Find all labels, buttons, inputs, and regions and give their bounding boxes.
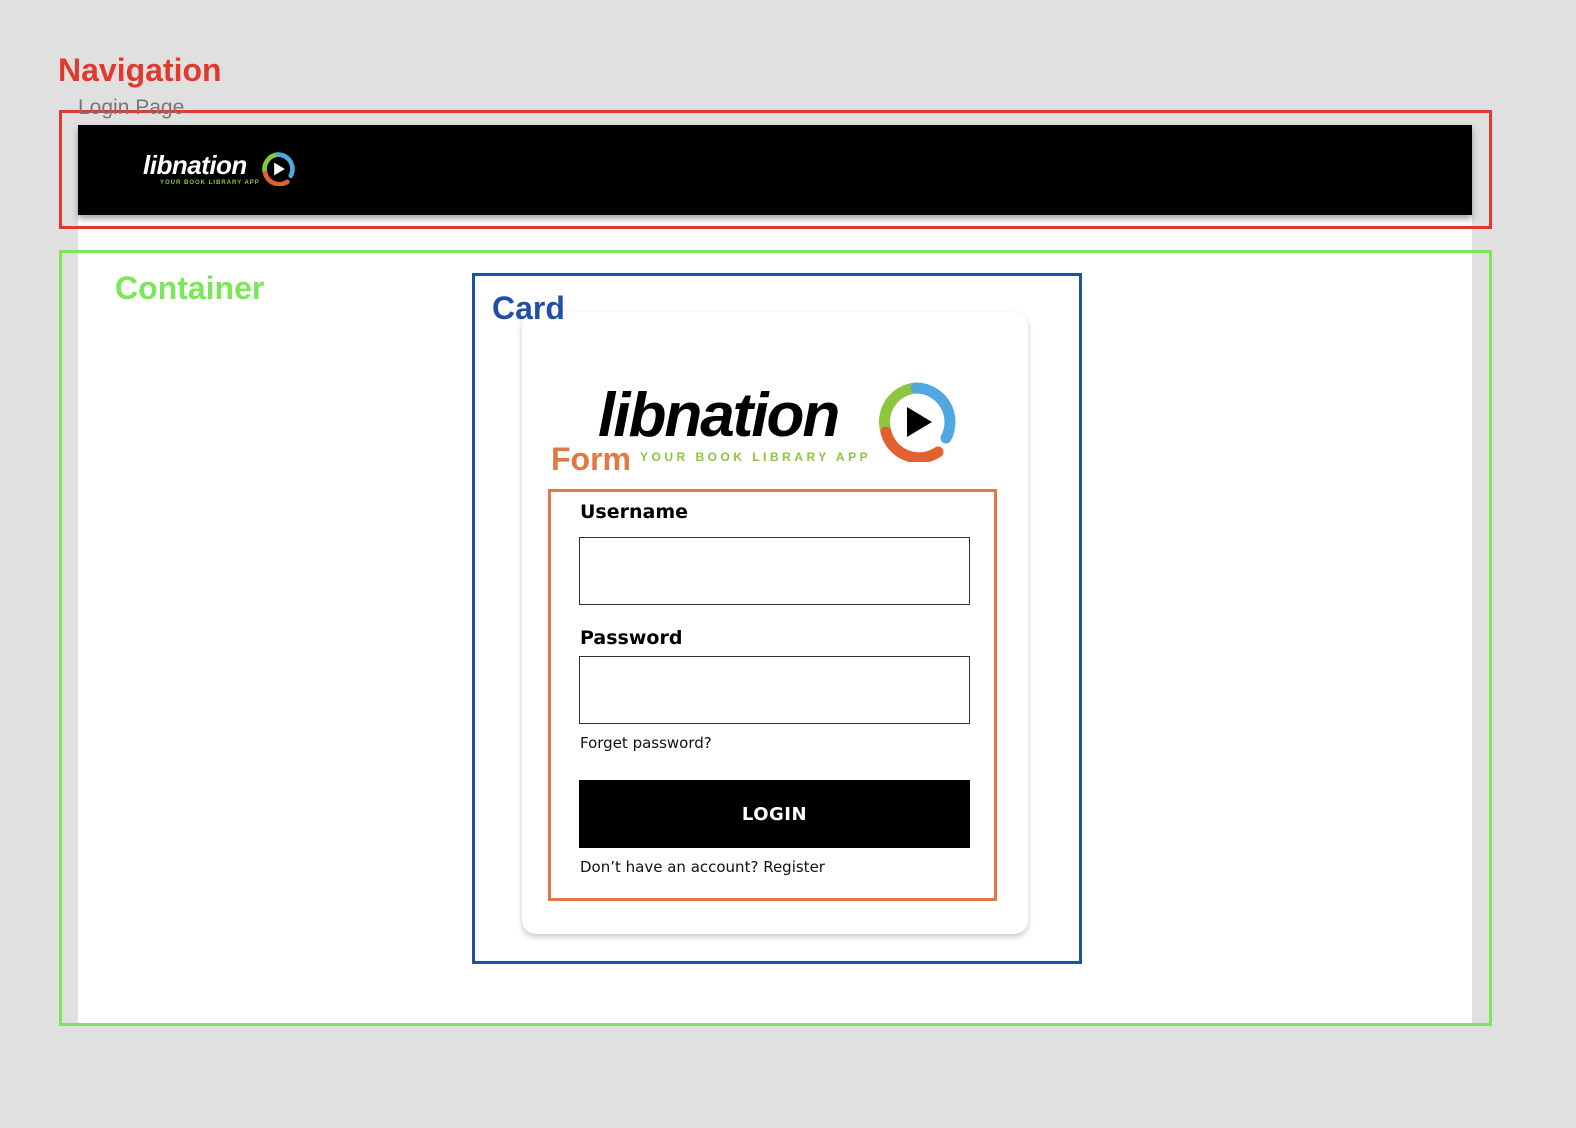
card-annotation-label: Card	[492, 290, 565, 326]
navigation-annotation-box	[59, 110, 1492, 229]
form-annotation-label: Form	[551, 441, 631, 477]
navigation-annotation-label: Navigation	[58, 52, 222, 88]
form-annotation-box	[548, 489, 997, 901]
container-annotation-label: Container	[115, 270, 265, 306]
frame-title: Login Page	[78, 96, 185, 119]
